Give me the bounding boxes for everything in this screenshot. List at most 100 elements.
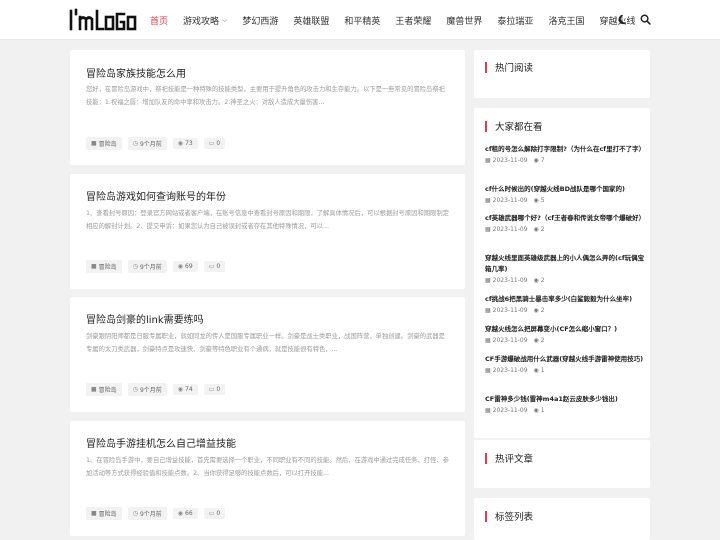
list-item-link[interactable]: cf租的号怎么解除打字限制?（为什么在cf里打不了字） [485,144,645,155]
count-label: 2 [540,277,545,284]
clock-icon: ◷ [132,140,138,147]
nav-home[interactable]: 首页 [150,14,168,27]
eye-icon: ◉ [177,510,184,517]
nav-game-guides[interactable]: 游戏攻略 ⌵ [183,14,227,27]
views-tag: ◉ 69 [172,261,198,272]
eye-icon: ◉ [533,307,539,314]
list-item-link[interactable]: CF手游爆破战用什么武器(穿越火线手游雷神使用技巧) [485,354,645,365]
date-label: 2023-11-09 [492,367,528,374]
nav-label: 魔兽世界 [446,16,483,27]
widget-title: 标签列表 [485,509,533,523]
views-count: 73 [185,140,193,147]
accent-bar [485,120,487,132]
nav-honor[interactable]: 王者荣耀 [395,14,431,27]
clock-icon: ◷ [132,510,138,517]
views-tag: ◉ 73 [172,138,198,149]
eye-icon: ◉ [533,197,539,204]
list-item-meta: ▦ 2023-11-09 ◉ 1 [485,407,645,414]
chevron-down-icon: ⌵ [222,15,228,24]
time-tag: ◷ 9个月前 [127,507,167,520]
time-label: 9个月前 [139,387,162,394]
views-tag: ◉ 74 [172,384,198,395]
list-item-link[interactable]: CF雷神多少钱(雷神m4a1赵云皮肤多少钱出) [485,394,645,405]
nav-label: 王者荣耀 [395,16,432,27]
article-meta: ■ 冒险岛 ◷ 9个月前 ◉ 66 ▭ 0 [86,507,231,520]
article-excerpt: 1、在冒险岛手游中，要自己增益技能，首先需要选择一个职业，不同职业有不同的技能。… [86,457,449,477]
widget-title-label: 热评文章 [495,454,534,465]
date-label: 2023-11-09 [492,197,528,204]
calendar-icon: ▦ [485,307,491,314]
article-meta: ■ 冒险岛 ◷ 9个月前 ◉ 74 ▭ 0 [86,383,231,396]
comment-icon: ▭ [208,510,215,517]
date-label: 2023-11-09 [492,157,528,164]
folder-icon: ■ [91,140,97,147]
eye-icon: ◉ [533,337,539,344]
comment-icon: ▭ [208,386,215,393]
eye-icon: ◉ [533,407,539,414]
list-item: cf英雄武器哪个好?（cf王者春和传说女帝哪个爆破好） ▦ 2023-11-09 ◉… [485,213,645,233]
article-title[interactable]: 冒险岛游戏如何查询账号的年份 [86,188,226,203]
article-meta: ■ 冒险岛 ◷ 9个月前 ◉ 69 ▭ 0 [86,260,231,273]
folder-icon: ■ [91,386,97,393]
widget-title-label: 标签列表 [495,512,534,523]
category-label: 冒险岛 [98,141,117,148]
list-item-meta: ▦ 2023-11-09 ◉ 1 [485,367,645,374]
list-item-link[interactable]: cf英雄武器哪个好?（cf王者春和传说女帝哪个爆破好） [485,213,645,224]
comments-tag[interactable]: ▭ 0 [203,508,226,519]
widget-title: 热门阅读 [485,60,533,74]
count-label: 7 [540,157,545,164]
list-item-link[interactable]: cf挑战6把黑骑士暴击率多少(白鲨毅毅为什么坐牢) [485,294,645,305]
search-icon[interactable] [638,12,652,26]
list-item-meta: ▦ 2023-11-09 ◉ 2 [485,277,645,284]
nav-menghuan[interactable]: 梦幻西游 [242,14,278,27]
views-count: 69 [185,263,193,270]
comments-tag[interactable]: ▭ 0 [203,138,226,149]
eye-icon: ◉ [177,263,184,270]
widget-title-label: 大家都在看 [495,122,543,133]
list-item-link[interactable]: 穿越火线怎么把屏幕变小(CF怎么缩小窗口？) [485,324,645,335]
article-title[interactable]: 冒险岛手游挂机怎么自己增益技能 [86,435,236,450]
comment-icon: ▭ [208,140,215,147]
category-label: 冒险岛 [98,511,117,518]
nav-roco[interactable]: 洛克王国 [548,14,584,27]
category-label: 冒险岛 [98,264,117,271]
comments-count: 0 [216,140,221,147]
article-title[interactable]: 冒险岛剑豪的link需要练吗 [86,311,204,326]
comments-tag[interactable]: ▭ 0 [203,384,226,395]
views-tag: ◉ 66 [172,508,198,519]
list-item-link[interactable]: cf什么时候出的(穿越火线BD战队是哪个国家的) [485,184,645,195]
article-excerpt: 剑豪跟阴阳师都是日服专属职业，就如同龙的传人是国服专属职业一样。剑豪是战士类职业… [86,333,445,353]
site-logo[interactable] [68,6,140,34]
clock-icon: ◷ [132,263,138,270]
category-tag[interactable]: ■ 冒险岛 [86,507,122,520]
list-item: cf什么时候出的(穿越火线BD战队是哪个国家的) ▦ 2023-11-09 ◉ 5 [485,184,645,204]
list-item-meta: ▦ 2023-11-09 ◉ 2 [485,337,645,344]
accent-bar [485,61,487,73]
moon-icon[interactable] [616,12,630,26]
article-title[interactable]: 冒险岛家族技能怎么用 [86,65,186,80]
list-item: 穿越火线怎么把屏幕变小(CF怎么缩小窗口？) ▦ 2023-11-09 ◉ 2 [485,324,645,344]
widget-title: 热评文章 [485,451,533,465]
article-card: 冒险岛家族技能怎么用 您好，在冒险岛游戏中，祭祀技能是一种特殊的技能类型，主要用… [70,50,465,165]
main-nav: 首页 游戏攻略 ⌵ 梦幻西游 英雄联盟 和平精英 王者荣耀 魔兽世界 泰拉瑞亚 洛… [150,0,650,40]
eye-icon: ◉ [533,157,539,164]
nav-wow[interactable]: 魔兽世界 [446,14,482,27]
list-item-meta: ▦ 2023-11-09 ◉ 2 [485,307,645,314]
nav-pubg[interactable]: 和平精英 [344,14,380,27]
category-tag[interactable]: ■ 冒险岛 [86,260,122,273]
nav-label: 梦幻西游 [242,16,279,27]
list-item-link[interactable]: 穿越火线里面英雄级武器上的小人偶怎么弄的(cf玩偶宝箱几率) [485,253,645,275]
category-tag[interactable]: ■ 冒险岛 [86,137,122,150]
folder-icon: ■ [91,263,97,270]
date-label: 2023-11-09 [492,307,528,314]
date-label: 2023-11-09 [492,226,528,233]
folder-icon: ■ [91,510,97,517]
eye-icon: ◉ [533,367,539,374]
list-item-meta: ▦ 2023-11-09 ◉ 5 [485,197,645,204]
nav-lol[interactable]: 英雄联盟 [293,14,329,27]
nav-terraria[interactable]: 泰拉瑞亚 [497,14,533,27]
tags-widget: 标签列表 [474,498,650,540]
category-tag[interactable]: ■ 冒险岛 [86,383,122,396]
comments-tag[interactable]: ▭ 0 [203,261,226,272]
eye-icon: ◉ [533,226,539,233]
